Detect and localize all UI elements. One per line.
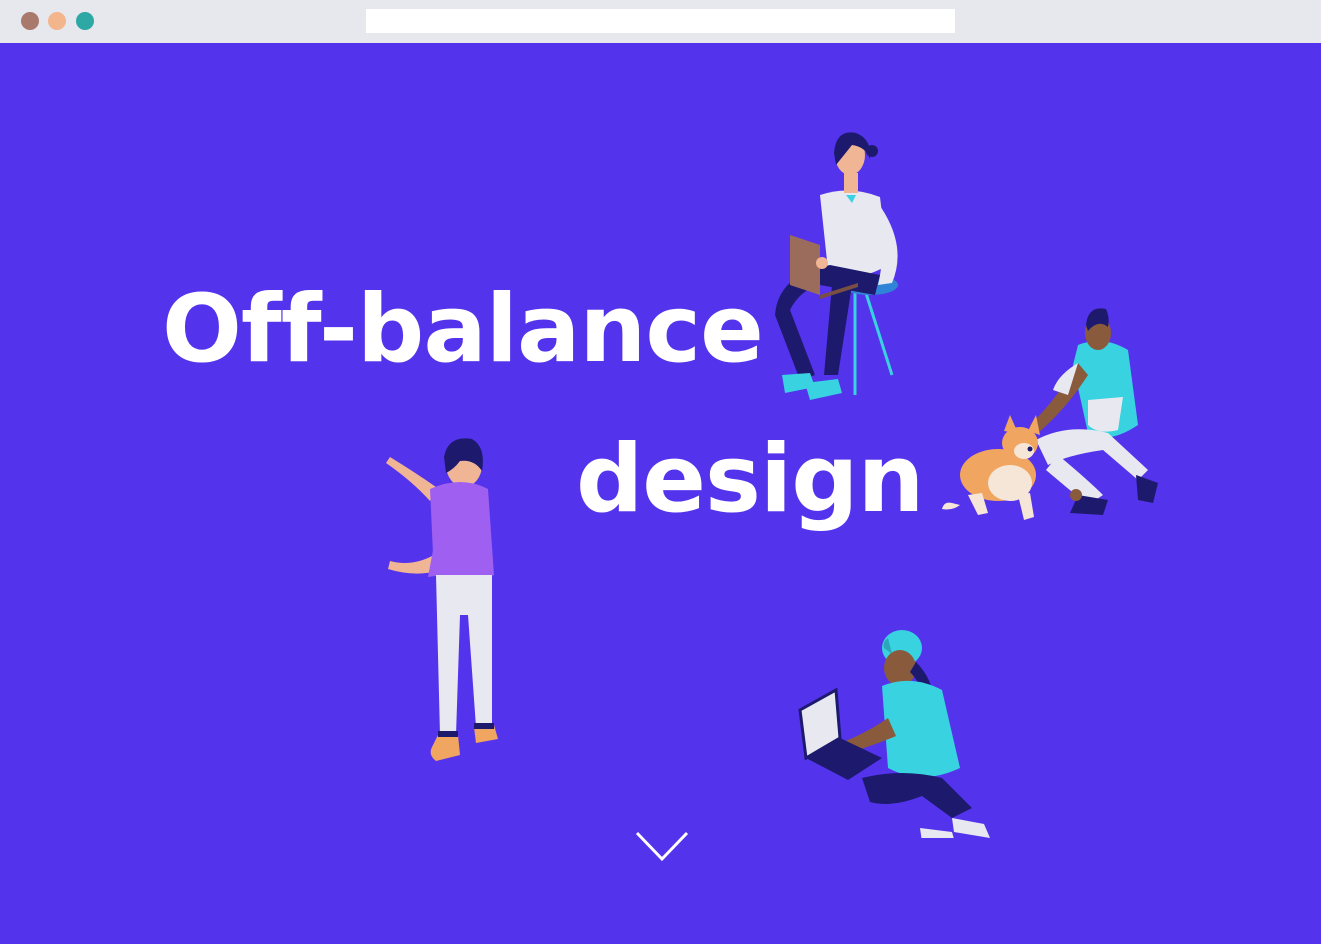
hero-section: Off-balance design [0, 43, 1321, 944]
person-laptop-floor-illustration [798, 630, 990, 838]
address-bar[interactable] [366, 9, 955, 33]
headline-line-1: Off-balance [162, 275, 764, 384]
browser-chrome [0, 0, 1321, 43]
person-pointing-illustration [386, 438, 498, 761]
window-close-dot[interactable] [21, 12, 39, 30]
person-dog-illustration [942, 308, 1158, 520]
window-minimize-dot[interactable] [48, 12, 66, 30]
headline-line-2: design [576, 425, 924, 534]
chevron-down-icon[interactable] [633, 829, 691, 865]
person-laptop-illustration [775, 132, 898, 400]
window-maximize-dot[interactable] [76, 12, 94, 30]
